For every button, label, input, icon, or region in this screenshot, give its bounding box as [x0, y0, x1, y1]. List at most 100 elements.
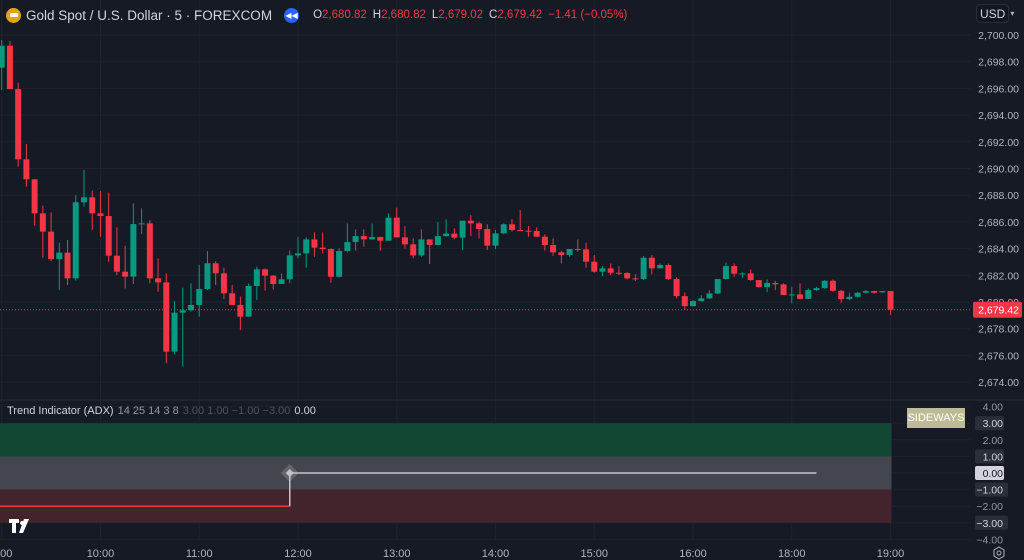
candle-body [81, 197, 87, 203]
indicator-tick-label: −1.00 [976, 485, 1003, 497]
candle-body [187, 304, 194, 311]
price-tick-label: 2,674.00 [978, 377, 1019, 389]
candle-body [813, 288, 820, 291]
indicator-tick-label: 4.00 [983, 402, 1004, 414]
indicator-tick-label: −2.00 [976, 501, 1003, 513]
candle-body [681, 296, 688, 307]
candle-body [615, 272, 622, 274]
candle-body [632, 278, 639, 280]
candle [821, 280, 828, 289]
indicator-name[interactable]: Trend Indicator (ADX) [7, 405, 114, 417]
candle-body [294, 253, 301, 256]
candle-body [648, 257, 655, 269]
candle-body [550, 244, 557, 253]
candle [854, 292, 861, 298]
candle-body [105, 216, 112, 256]
symbol-title[interactable]: Gold Spot / U.S. Dollar · 5 · FOREXCOM [26, 8, 272, 23]
candle-body [879, 291, 886, 293]
candle-body [179, 310, 186, 313]
gold-bar-icon[interactable] [6, 7, 21, 23]
price-tick-label: 2,694.00 [978, 110, 1019, 122]
candle-body [657, 265, 664, 269]
candle-body [862, 291, 869, 293]
candle-body [714, 279, 721, 294]
candle-body [113, 255, 120, 272]
indicator-legend[interactable]: Trend Indicator (ADX) 14 25 14 3 8 3.00 … [7, 405, 316, 417]
candle-body [204, 263, 211, 290]
indicator-tick-label: 3.00 [983, 418, 1004, 430]
candle-body [6, 45, 13, 90]
high-label: H [372, 9, 382, 21]
candle-body [722, 266, 729, 280]
candle-body [788, 294, 795, 296]
candle-body [500, 224, 507, 234]
candle-body [286, 255, 293, 280]
rewind-icon[interactable]: ◀◀ [284, 7, 300, 23]
chart-header: Gold Spot / U.S. Dollar · 5 · FOREXCOM ◀… [6, 5, 627, 25]
indicator-tick-label: 1.00 [983, 451, 1004, 463]
candle-body [508, 224, 515, 231]
candle-body [558, 252, 565, 256]
close-value: 2,679.42 [497, 9, 543, 21]
currency-label: USD [980, 6, 1006, 21]
candle-body [476, 223, 483, 229]
candle [714, 279, 721, 295]
candle [336, 248, 343, 278]
candle-body [237, 304, 244, 317]
price-tick-label: 2,688.00 [978, 190, 1019, 202]
high-value: 2,680.82 [381, 9, 426, 21]
indicator-levels: 3.00 1.00 −1.00 −3.00 [182, 405, 291, 417]
candle-body [434, 236, 441, 245]
candle-body [253, 269, 260, 286]
currency-button[interactable]: USD ▾ [976, 4, 1014, 23]
price-tick-label: 2,682.00 [978, 270, 1019, 282]
price-tick-label: 2,696.00 [978, 83, 1019, 95]
candle-body [270, 275, 277, 284]
ohlc-values: O2,680.82 H2,680.82 L2,679.02 C2,679.42 … [313, 9, 627, 21]
candle-body [39, 213, 46, 232]
candle-body [443, 233, 450, 237]
price-tick-label: 2,698.00 [978, 57, 1019, 69]
candle-body [163, 282, 170, 352]
candle [15, 82, 22, 167]
price-tick-label: 2,678.00 [978, 324, 1019, 336]
tradingview-logo[interactable] [9, 519, 35, 533]
candle-body [517, 230, 524, 232]
candle-body [138, 223, 145, 225]
candle-body [220, 273, 227, 294]
gear-icon[interactable] [992, 546, 1006, 560]
candle-body [797, 294, 804, 299]
candle-body [23, 159, 30, 180]
indicator-tick-label: 0.00 [983, 468, 1004, 480]
time-tick-label: 10:00 [87, 548, 115, 560]
candle-body [418, 239, 425, 256]
candle-body [426, 239, 433, 245]
candle-body [755, 280, 762, 288]
low-value: 2,679.02 [438, 9, 484, 21]
time-tick-label: 16:00 [679, 548, 707, 560]
candle-body [829, 280, 836, 291]
candle-body [690, 301, 697, 307]
candle-body [369, 236, 376, 240]
candle-body [665, 265, 672, 280]
indicator-axis[interactable]: 4.00 3.00 2.00 1.00 0.00 −1.00 −2.00 −3.00 −4.00 [975, 402, 1008, 547]
candle-body [303, 239, 310, 254]
chart-canvas[interactable]: 2,700.00 2,698.00 2,696.00 2,694.00 2,692.00… [0, 0, 1024, 560]
candle-body [48, 231, 55, 260]
candle-body [72, 202, 79, 279]
candle-body [212, 263, 219, 274]
candle-body [846, 296, 853, 300]
candle-body [764, 283, 771, 288]
candle [829, 279, 836, 292]
candle-body [706, 293, 713, 299]
candle-body [31, 179, 38, 214]
indicator-tick-label: 2.00 [983, 435, 1004, 447]
time-tick-label: 11:00 [186, 548, 213, 560]
price-tick-label: 2,692.00 [978, 137, 1019, 149]
candle-body [747, 273, 754, 281]
candle-body [731, 266, 738, 274]
candle-body [245, 285, 252, 317]
candle-body [64, 252, 71, 279]
candle-body [805, 290, 812, 299]
candle-body [583, 249, 590, 262]
